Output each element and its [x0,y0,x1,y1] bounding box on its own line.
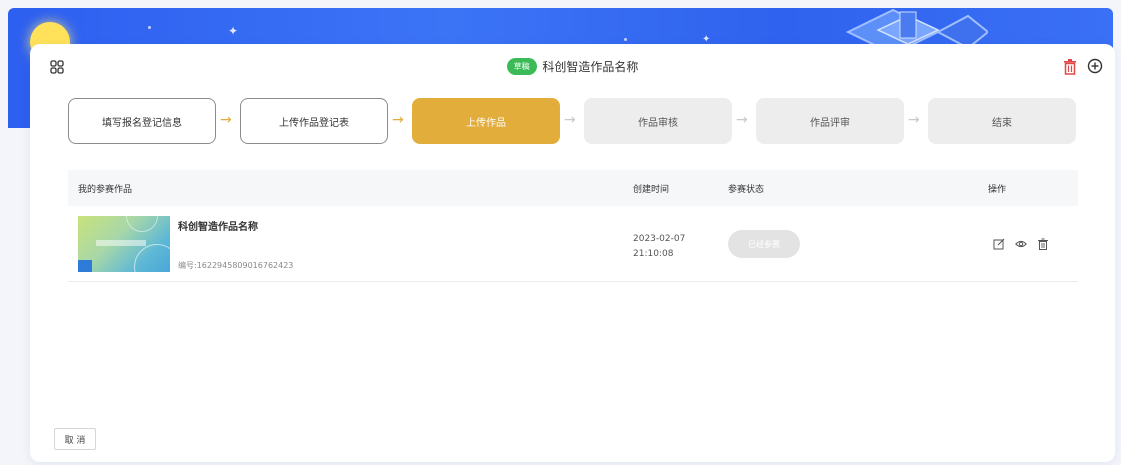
work-id: 编号:1622945809016762423 [178,261,294,270]
top-bar: 草稿 科创智造作品名称 [30,44,1115,92]
step-label: 填写报名登记信息 [102,117,182,129]
step-evaluation[interactable]: 作品评审 [756,98,904,144]
edit-icon[interactable] [993,238,1005,250]
trash-icon[interactable] [1063,59,1077,75]
sparkle-icon: ✦ [228,24,239,38]
page-title-text: 科创智造作品名称 [542,60,639,74]
eye-icon[interactable] [1015,238,1027,250]
created-date: 2023-02-07 [633,234,686,244]
work-title: 科创智造作品名称 [178,222,258,233]
work-thumbnail[interactable] [78,216,170,272]
arrow-right-icon: → [736,112,748,128]
status-badge: 已经参赛 [728,230,800,258]
step-label: 作品评审 [810,117,850,129]
column-header-created: 创建时间 [633,185,670,195]
step-label: 上传作品登记表 [279,117,349,129]
plus-circle-icon[interactable] [1087,58,1103,74]
step-upload-form[interactable]: 上传作品登记表 [240,98,388,144]
step-label: 上传作品 [466,117,506,129]
column-header-works: 我的参赛作品 [78,185,133,195]
arrow-right-icon: → [908,112,920,128]
created-clock: 21:10:08 [633,249,674,259]
page-title: 草稿 科创智造作品名称 [30,58,1115,75]
star-dot [148,26,151,29]
step-upload-work[interactable]: 上传作品 [412,98,560,144]
step-label: 作品审核 [638,117,678,129]
arrow-right-icon: → [564,112,576,128]
cancel-button[interactable]: 取 消 [54,428,96,450]
table-header: 我的参赛作品 创建时间 参赛状态 操作 [68,170,1078,206]
step-review[interactable]: 作品审核 [584,98,732,144]
main-card: 草稿 科创智造作品名称 填写报名登记信息 → 上传作品登记表 → 上传作品 → [30,44,1115,462]
arrow-right-icon: → [392,112,404,128]
column-header-status: 参赛状态 [728,185,765,195]
column-header-actions: 操作 [988,185,1007,195]
table-row: 科创智造作品名称 编号:1622945809016762423 2023-02-… [68,206,1078,282]
arrow-right-icon: → [220,112,232,128]
step-end[interactable]: 结束 [928,98,1076,144]
created-time: 2023-02-07 21:10:08 [633,232,685,262]
trash-icon[interactable] [1037,238,1049,250]
step-label: 结束 [992,117,1012,129]
step-registration-info[interactable]: 填写报名登记信息 [68,98,216,144]
star-dot [624,38,627,41]
draft-badge: 草稿 [506,58,537,75]
